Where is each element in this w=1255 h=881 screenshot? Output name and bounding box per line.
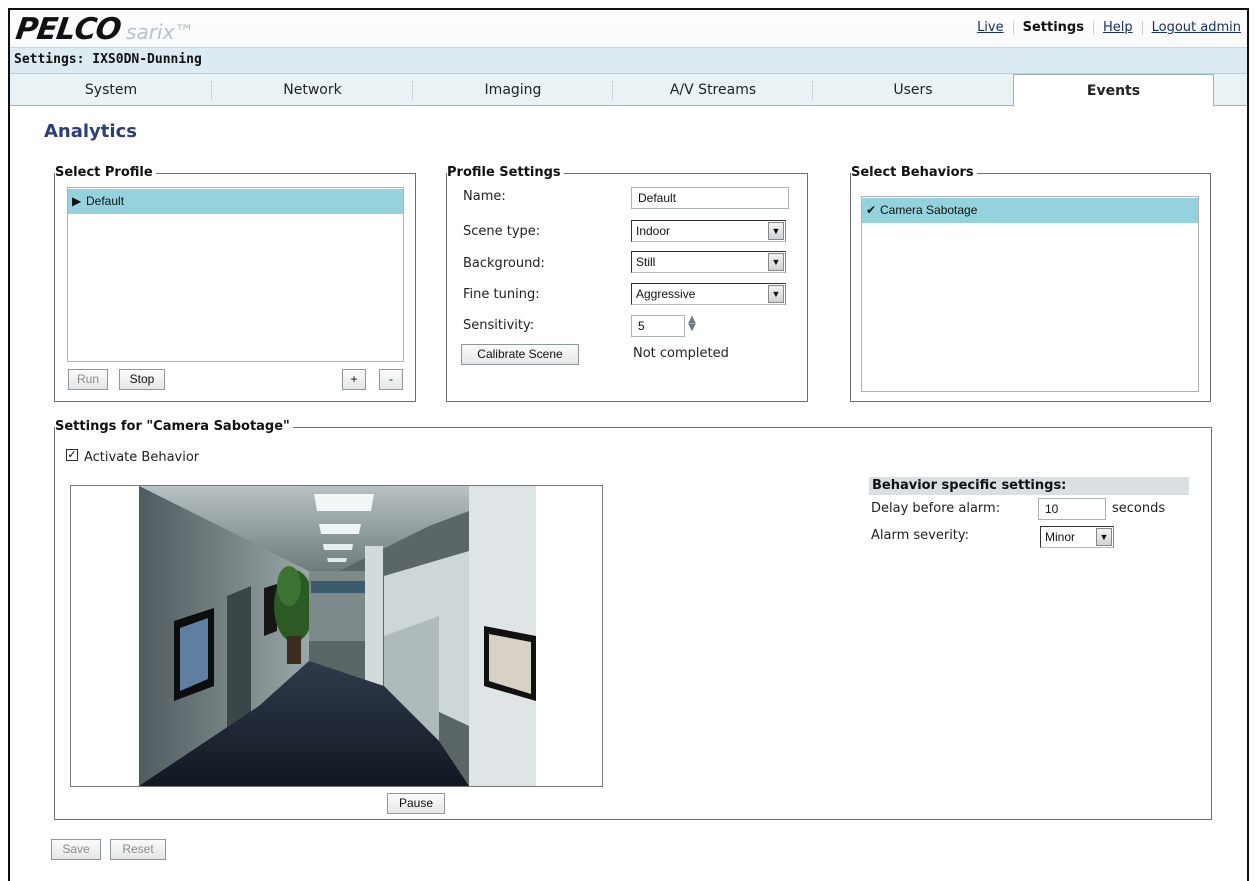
behavior-item-label: Camera Sabotage xyxy=(880,203,978,217)
chevron-down-icon: ▼ xyxy=(1096,528,1112,546)
tab-label: Imaging xyxy=(484,82,542,98)
sensitivity-input[interactable]: 5 xyxy=(631,315,685,337)
pause-button[interactable]: Pause xyxy=(387,793,445,814)
chevron-down-icon: ▼ xyxy=(768,285,784,303)
behavior-settings-legend: Settings for "Camera Sabotage" xyxy=(55,420,293,434)
delay-unit: seconds xyxy=(1112,501,1166,516)
tab-label: System xyxy=(84,82,138,98)
tab-label: Users xyxy=(893,82,933,98)
spinner-arrows-icon[interactable]: ▲ ▼ xyxy=(687,315,697,333)
chevron-down-icon: ▼ xyxy=(768,222,784,240)
pelco-logo: PELCO sarix™ xyxy=(13,12,195,47)
product-name: sarix™ xyxy=(126,20,195,44)
video-preview-frame xyxy=(70,485,603,787)
scene-type-label: Scene type: xyxy=(463,224,541,239)
behavior-specific-header: Behavior specific settings: xyxy=(869,477,1189,495)
severity-select[interactable]: Minor ▼ xyxy=(1040,526,1114,548)
tab-users[interactable]: Users xyxy=(813,74,1013,106)
reset-button[interactable]: Reset xyxy=(110,839,166,860)
scene-type-select[interactable]: Indoor ▼ xyxy=(631,220,786,242)
severity-value: Minor xyxy=(1045,530,1076,544)
nav-separator xyxy=(1012,20,1014,35)
nav-logout-link[interactable]: Logout admin xyxy=(1152,20,1241,35)
tab-bar: System Network Imaging A/V Streams Users… xyxy=(10,74,1247,107)
delay-input[interactable]: 10 xyxy=(1038,498,1106,520)
profile-settings-panel: Profile Settings Name: Default Scene typ… xyxy=(446,166,808,402)
stop-button[interactable]: Stop xyxy=(119,369,165,390)
tab-events[interactable]: Events xyxy=(1013,74,1214,107)
profile-list[interactable]: ▶ Default xyxy=(67,187,404,362)
select-profile-legend: Select Profile xyxy=(55,166,156,180)
fine-tuning-select[interactable]: Aggressive ▼ xyxy=(631,283,786,305)
background-value: Still xyxy=(636,255,656,269)
office-hallway-image xyxy=(139,486,536,786)
tab-network[interactable]: Network xyxy=(212,74,413,106)
tab-label: Events xyxy=(1086,83,1141,99)
chevron-down-icon: ▼ xyxy=(768,253,784,271)
settings-title: Settings: IXS0DN-Dunning xyxy=(14,52,202,67)
activate-behavior-checkbox[interactable]: ✓ xyxy=(66,449,78,461)
tab-system[interactable]: System xyxy=(10,74,212,106)
behavior-list[interactable]: ✔ Camera Sabotage xyxy=(861,196,1199,392)
add-profile-button[interactable]: + xyxy=(342,369,366,390)
name-label: Name: xyxy=(463,189,506,204)
header-bar: PELCO sarix™ Live Settings Help Logout a… xyxy=(10,10,1247,48)
tab-av-streams[interactable]: A/V Streams xyxy=(613,74,813,106)
run-button[interactable]: Run xyxy=(68,369,108,390)
nav-live-link[interactable]: Live xyxy=(977,20,1004,35)
calibrate-scene-button[interactable]: Calibrate Scene xyxy=(461,344,579,365)
severity-label: Alarm severity: xyxy=(871,528,970,543)
brand-name: PELCO xyxy=(13,12,123,47)
list-item[interactable]: ▶ Default xyxy=(68,189,403,214)
nav-help-link[interactable]: Help xyxy=(1103,20,1133,35)
scene-type-value: Indoor xyxy=(636,224,671,238)
calibration-status: Not completed xyxy=(633,346,729,361)
list-item[interactable]: ✔ Camera Sabotage xyxy=(862,198,1198,223)
select-behaviors-panel: Select Behaviors ✔ Camera Sabotage xyxy=(850,166,1211,402)
remove-profile-button[interactable]: - xyxy=(379,369,403,390)
checkmark-icon: ✔ xyxy=(866,203,877,217)
background-select[interactable]: Still ▼ xyxy=(631,251,786,273)
page-title: Analytics xyxy=(44,121,137,142)
tab-label: Network xyxy=(283,82,342,98)
select-profile-panel: Select Profile ▶ Default Run Stop + - xyxy=(54,166,416,402)
nav-separator xyxy=(1141,20,1143,35)
fine-tuning-label: Fine tuning: xyxy=(463,287,540,302)
delay-label: Delay before alarm: xyxy=(871,501,1001,516)
tab-imaging[interactable]: Imaging xyxy=(413,74,613,106)
sensitivity-label: Sensitivity: xyxy=(463,318,535,333)
profile-settings-legend: Profile Settings xyxy=(447,166,564,180)
background-label: Background: xyxy=(463,256,545,271)
profile-item-label: Default xyxy=(86,194,125,208)
nav-settings-link[interactable]: Settings xyxy=(1023,20,1084,35)
settings-title-bar: Settings: IXS0DN-Dunning xyxy=(10,48,1247,74)
tab-label: A/V Streams xyxy=(669,82,757,98)
play-arrow-icon: ▶ xyxy=(72,194,82,208)
camera-preview-image xyxy=(139,486,536,786)
nav-separator xyxy=(1092,20,1094,35)
save-button[interactable]: Save xyxy=(51,839,101,860)
activate-behavior-label: Activate Behavior xyxy=(84,450,200,465)
name-input[interactable]: Default xyxy=(631,187,789,209)
fine-tuning-value: Aggressive xyxy=(636,287,696,301)
select-behaviors-legend: Select Behaviors xyxy=(851,166,977,180)
top-nav: Live Settings Help Logout admin xyxy=(977,20,1241,35)
